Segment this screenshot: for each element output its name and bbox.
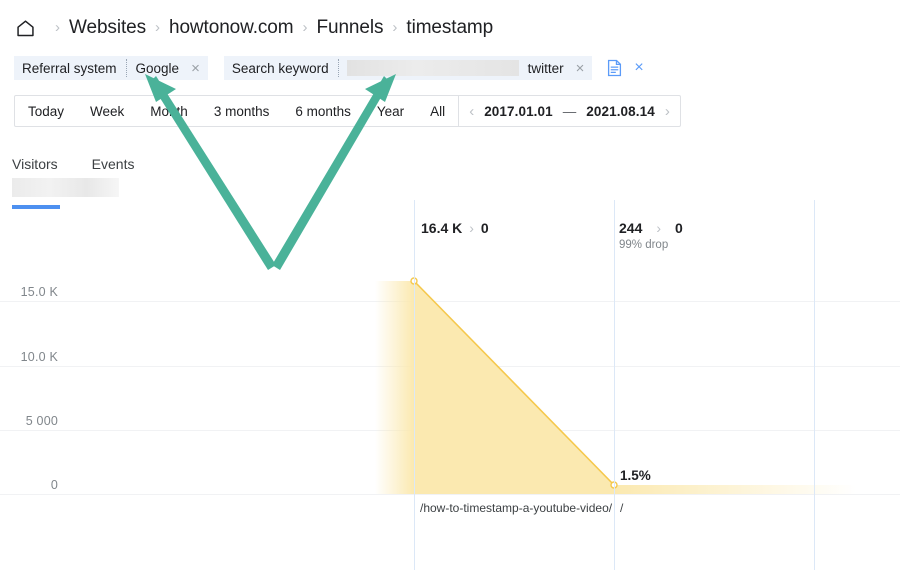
step-separator-1 [414, 200, 415, 570]
step-2-drop-label: 99% drop [619, 239, 669, 251]
date-preset-3-months[interactable]: 3 months [201, 96, 283, 126]
breadcrumb-separator-2: › [155, 18, 160, 36]
filter-chip-search-keyword[interactable]: Search keyword twitter × [223, 56, 593, 80]
step-2-visitors: 244 [619, 220, 643, 236]
breadcrumb-separator-1: › [55, 18, 60, 36]
filter-chip-value-redacted [346, 60, 519, 76]
filter-chip-divider [337, 59, 339, 77]
chevron-left-icon[interactable]: ‹ [469, 104, 474, 119]
date-preset-6-months[interactable]: 6 months [282, 96, 364, 126]
chevron-right-icon[interactable]: › [665, 104, 670, 119]
metric-tabs-row: Visitors Events [12, 156, 134, 172]
filter-chip-value: twitter [527, 60, 564, 76]
filter-chip-key: Search keyword [231, 60, 329, 76]
tab-events[interactable]: Events [92, 156, 135, 172]
breadcrumb-separator-4: › [392, 18, 398, 36]
breadcrumb-item-current: timestamp [406, 17, 494, 38]
filter-chip-key: Referral system [22, 60, 117, 76]
date-preset-today[interactable]: Today [15, 96, 77, 126]
date-range-start: 2017.01.01 [484, 103, 553, 119]
step-separator-2 [614, 200, 615, 570]
breadcrumb-item-site[interactable]: howtonow.com [169, 17, 294, 39]
date-preset-month[interactable]: Month [137, 96, 201, 126]
filter-chip-referral-system[interactable]: Referral system Google × [14, 56, 208, 80]
breadcrumb-item-websites[interactable]: Websites [69, 17, 146, 39]
breadcrumb: › Websites › howtonow.com › Funnels › ti… [14, 12, 493, 44]
breadcrumb-separator-3: › [302, 18, 308, 36]
date-preset-all[interactable]: All [417, 96, 458, 126]
date-range-presets: Today Week Month 3 months 6 months Year … [15, 96, 458, 126]
funnel-step-2-summary: 244 › 0 99% drop [619, 220, 683, 251]
date-range-value[interactable]: ‹ 2017.01.01 — 2021.08.14 › [459, 96, 680, 126]
step-separator-3 [814, 200, 815, 570]
tab-visitors[interactable]: Visitors [12, 156, 58, 172]
step-2-conversion-pct: 1.5% [620, 468, 651, 483]
step-1-next: 0 [480, 220, 489, 236]
funnel-chart: 15.0 K 10.0 K 5 000 0 16.4 K › 0 244 › 0… [0, 200, 900, 570]
step-2-url[interactable]: / [620, 501, 623, 515]
home-icon[interactable] [14, 17, 36, 39]
step-2-next: 0 [675, 220, 683, 236]
chevron-right-icon: › [656, 220, 662, 236]
date-preset-year[interactable]: Year [364, 96, 417, 126]
filter-chip-value: Google [135, 60, 180, 76]
funnel-analytics-page: › Websites › howtonow.com › Funnels › ti… [0, 0, 900, 570]
date-preset-week[interactable]: Week [77, 96, 137, 126]
breadcrumb-item-funnels[interactable]: Funnels [316, 17, 383, 39]
step-1-url[interactable]: /how-to-timestamp-a-youtube-video/ [420, 501, 612, 515]
chevron-right-icon: › [469, 220, 474, 236]
save-document-icon[interactable] [606, 59, 623, 77]
close-filters-icon[interactable]: × [634, 60, 643, 76]
filter-chip-remove-icon[interactable]: × [570, 61, 593, 76]
metric-value-redacted [12, 178, 119, 197]
filter-bar: Referral system Google × Search keyword … [14, 56, 644, 80]
step-1-visitors: 16.4 K [421, 220, 463, 236]
funnel-step-1-summary: 16.4 K › 0 [421, 220, 489, 236]
date-range-bar: Today Week Month 3 months 6 months Year … [14, 95, 681, 127]
filter-chip-remove-icon[interactable]: × [185, 61, 208, 76]
date-range-end: 2021.08.14 [586, 103, 655, 119]
date-range-dash: — [562, 103, 577, 119]
